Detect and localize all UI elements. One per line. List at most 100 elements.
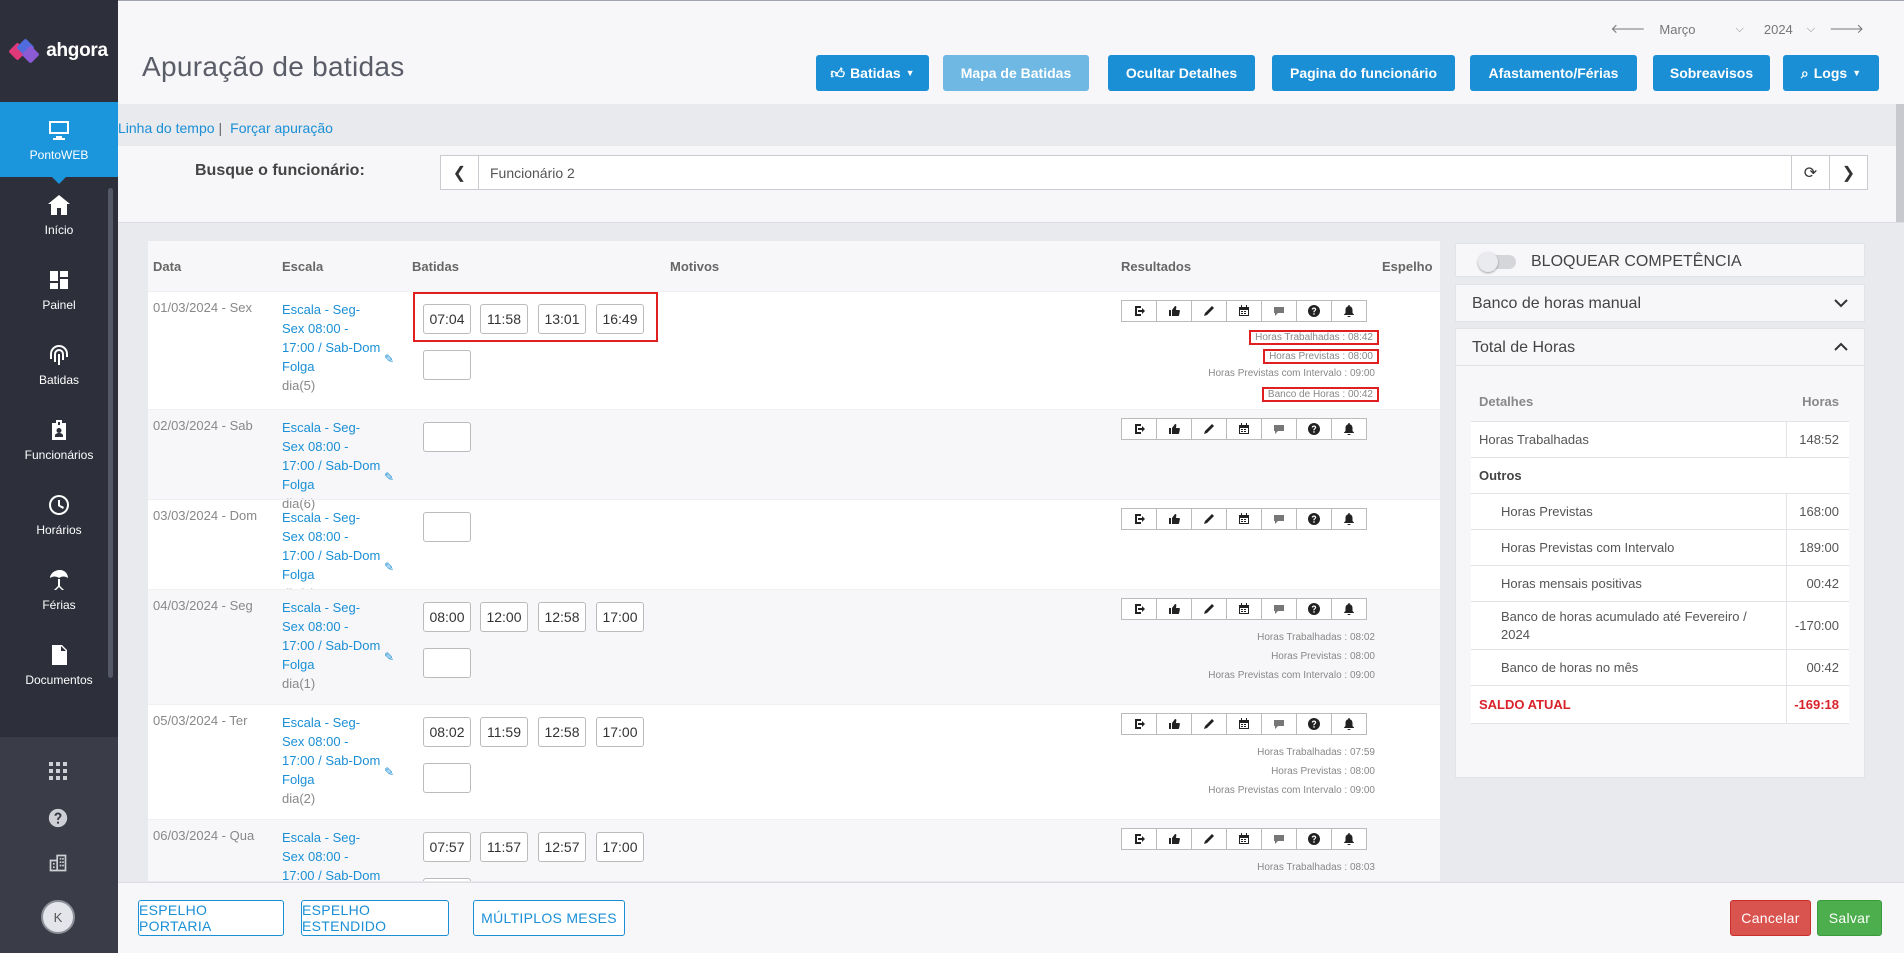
thumbs-up-action-button[interactable] <box>1156 300 1192 322</box>
punch-time[interactable]: 12:57 <box>538 832 586 862</box>
bell-action-button[interactable] <box>1331 713 1367 735</box>
thumbs-up-action-button[interactable] <box>1156 508 1192 530</box>
next-month-arrow-icon[interactable]: 🡒 <box>1829 21 1864 37</box>
scale-link[interactable]: Escala - Seg-Sex 08:00 - 17:00 / Sab-Dom… <box>282 510 380 582</box>
question-action-button[interactable] <box>1296 300 1332 322</box>
refresh-button[interactable]: ⟳ <box>1791 156 1829 189</box>
calendar-action-button[interactable] <box>1226 598 1262 620</box>
logo[interactable]: ahgora <box>0 0 118 102</box>
punch-time[interactable]: 17:00 <box>596 602 644 632</box>
exit-action-button[interactable] <box>1121 300 1157 322</box>
edit-scale-pencil-icon[interactable]: ✎ <box>384 765 394 779</box>
punch-time[interactable]: 17:00 <box>596 717 644 747</box>
sidebar-scrollbar[interactable] <box>108 188 113 678</box>
ocultar-detalhes-button[interactable]: Ocultar Detalhes <box>1108 55 1255 91</box>
save-button[interactable]: Salvar <box>1817 900 1882 936</box>
batidas-dropdown-button[interactable]: 👍︎ Batidas ▼ <box>816 55 929 91</box>
comment-action-button[interactable] <box>1261 300 1297 322</box>
edit-scale-pencil-icon[interactable]: ✎ <box>384 880 394 881</box>
cancel-button[interactable]: Cancelar <box>1730 900 1811 936</box>
punch-time[interactable]: 12:58 <box>538 602 586 632</box>
thumbs-up-action-button[interactable] <box>1156 713 1192 735</box>
calendar-action-button[interactable] <box>1226 828 1262 850</box>
new-punch-input[interactable] <box>423 350 471 380</box>
question-action-button[interactable] <box>1296 508 1332 530</box>
exit-action-button[interactable] <box>1121 598 1157 620</box>
building-icon[interactable] <box>44 849 72 877</box>
next-employee-button[interactable]: ❯ <box>1829 156 1867 189</box>
comment-action-button[interactable] <box>1261 828 1297 850</box>
pencil-action-button[interactable] <box>1191 598 1227 620</box>
thumbs-up-action-button[interactable] <box>1156 828 1192 850</box>
pencil-action-button[interactable] <box>1191 418 1227 440</box>
question-action-button[interactable] <box>1296 828 1332 850</box>
scale-link[interactable]: Escala - Seg-Sex 08:00 - 17:00 / Sab-Dom… <box>282 715 380 787</box>
sidebar-item-funcionarios[interactable]: Funcionários <box>0 402 118 477</box>
scale-link[interactable]: Escala - Seg-Sex 08:00 - 17:00 / Sab-Dom… <box>282 830 380 881</box>
punch-time[interactable]: 12:58 <box>538 717 586 747</box>
calendar-action-button[interactable] <box>1226 713 1262 735</box>
exit-action-button[interactable] <box>1121 713 1157 735</box>
scale-link[interactable]: Escala - Seg-Sex 08:00 - 17:00 / Sab-Dom… <box>282 420 380 492</box>
year-select[interactable]: 2024 ⌵ <box>1764 22 1815 37</box>
prev-month-arrow-icon[interactable]: 🡐 <box>1611 21 1646 37</box>
exit-action-button[interactable] <box>1121 508 1157 530</box>
question-action-button[interactable] <box>1296 713 1332 735</box>
logs-dropdown-button[interactable]: ⌕ Logs ▼ <box>1783 55 1879 91</box>
scale-link[interactable]: Escala - Seg-Sex 08:00 - 17:00 / Sab-Dom… <box>282 302 380 374</box>
sidebar-item-painel[interactable]: Painel <box>0 252 118 327</box>
punch-time[interactable]: 08:00 <box>423 602 471 632</box>
comment-action-button[interactable] <box>1261 713 1297 735</box>
bell-action-button[interactable] <box>1331 418 1367 440</box>
help-icon[interactable] <box>44 804 72 832</box>
edit-scale-pencil-icon[interactable]: ✎ <box>384 560 394 574</box>
comment-action-button[interactable] <box>1261 598 1297 620</box>
sidebar-item-horarios[interactable]: Horários <box>0 477 118 552</box>
lock-competencia-toggle[interactable] <box>1478 252 1516 272</box>
question-action-button[interactable] <box>1296 418 1332 440</box>
calendar-action-button[interactable] <box>1226 300 1262 322</box>
force-apuracao-link[interactable]: Forçar apuração <box>230 120 333 136</box>
new-punch-input[interactable] <box>423 422 471 452</box>
employee-search-input[interactable] <box>479 156 1791 189</box>
punch-time[interactable]: 11:59 <box>480 717 528 747</box>
afastamento-ferias-button[interactable]: Afastamento/Férias <box>1470 55 1637 91</box>
pencil-action-button[interactable] <box>1191 713 1227 735</box>
pencil-action-button[interactable] <box>1191 300 1227 322</box>
exit-action-button[interactable] <box>1121 828 1157 850</box>
multiplos-meses-button[interactable]: MÚLTIPLOS MESES <box>473 900 625 936</box>
sidebar-item-pontoweb[interactable]: PontoWEB <box>0 102 118 184</box>
mapa-de-batidas-button[interactable]: Mapa de Batidas <box>943 55 1089 91</box>
new-punch-input[interactable] <box>423 878 471 881</box>
punch-time[interactable]: 11:57 <box>480 832 528 862</box>
sidebar-item-inicio[interactable]: Início <box>0 177 118 252</box>
new-punch-input[interactable] <box>423 512 471 542</box>
scale-link[interactable]: Escala - Seg-Sex 08:00 - 17:00 / Sab-Dom… <box>282 600 380 672</box>
thumbs-up-action-button[interactable] <box>1156 598 1192 620</box>
espelho-portaria-button[interactable]: ESPELHO PORTARIA <box>138 900 284 936</box>
question-action-button[interactable] <box>1296 598 1332 620</box>
bank-manual-accordion[interactable]: Banco de horas manual <box>1455 284 1865 322</box>
comment-action-button[interactable] <box>1261 508 1297 530</box>
apps-grid-icon[interactable] <box>44 757 72 785</box>
month-select[interactable]: Março ⌵ <box>1659 22 1743 37</box>
exit-action-button[interactable] <box>1121 418 1157 440</box>
previous-employee-button[interactable]: ❮ <box>441 156 479 189</box>
bell-action-button[interactable] <box>1331 508 1367 530</box>
pagina-funcionario-button[interactable]: Pagina do funcionário <box>1272 55 1455 91</box>
edit-scale-pencil-icon[interactable]: ✎ <box>384 650 394 664</box>
bell-action-button[interactable] <box>1331 598 1367 620</box>
page-scrollbar[interactable] <box>1896 104 1904 222</box>
comment-action-button[interactable] <box>1261 418 1297 440</box>
sidebar-item-ferias[interactable]: Férias <box>0 552 118 627</box>
sidebar-item-documentos[interactable]: Documentos <box>0 627 118 702</box>
calendar-action-button[interactable] <box>1226 418 1262 440</box>
espelho-estendido-button[interactable]: ESPELHO ESTENDIDO <box>301 900 449 936</box>
new-punch-input[interactable] <box>423 763 471 793</box>
punch-time[interactable]: 07:57 <box>423 832 471 862</box>
calendar-action-button[interactable] <box>1226 508 1262 530</box>
sobreavisos-button[interactable]: Sobreavisos <box>1653 55 1770 91</box>
new-punch-input[interactable] <box>423 648 471 678</box>
punch-time[interactable]: 17:00 <box>596 832 644 862</box>
pencil-action-button[interactable] <box>1191 508 1227 530</box>
